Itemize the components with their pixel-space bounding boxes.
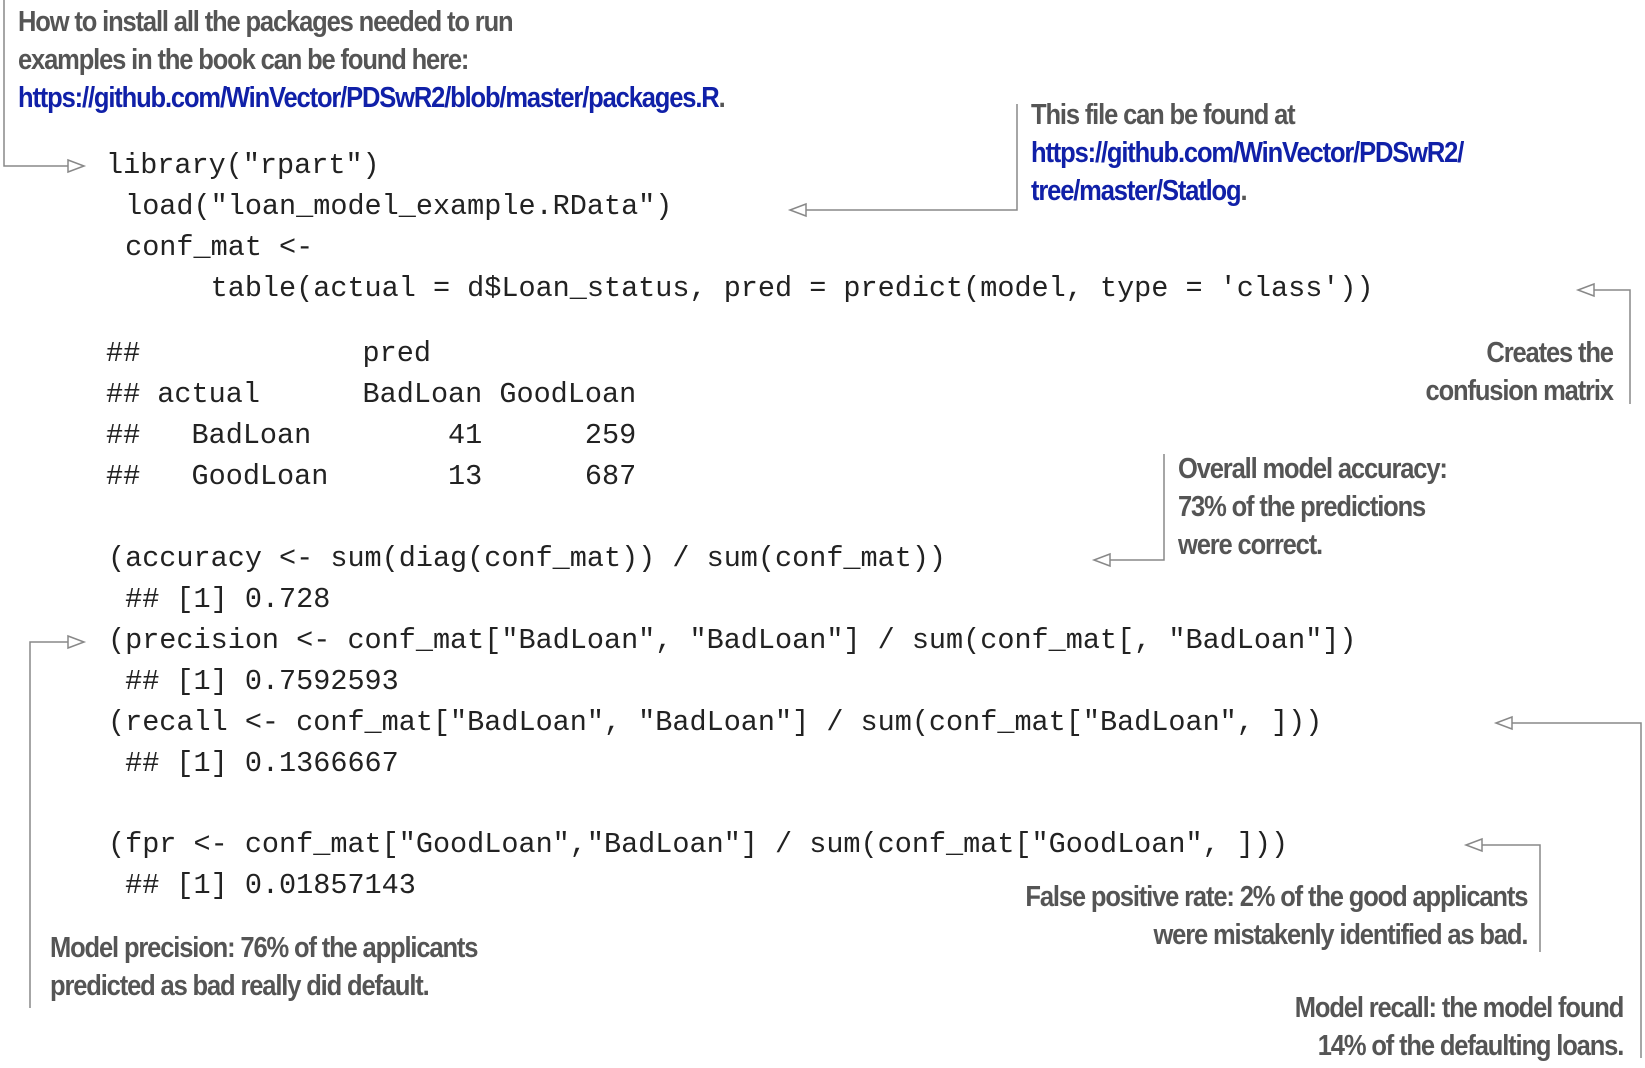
precision-arrowhead: [67, 634, 87, 650]
recall-annotation-line2: 14% of the defaulting loans.: [1317, 1030, 1625, 1062]
precision-annotation: Model precision: 76% of the applicants p…: [50, 929, 478, 1005]
packages-annotation-line1: How to install all the packages needed t…: [18, 6, 514, 38]
accuracy-annotation-line3: were correct.: [1178, 529, 1323, 561]
code-line-library: library("rpart"): [106, 149, 380, 182]
accuracy-annotation-line2: 73% of the predictions: [1178, 491, 1426, 523]
accuracy-annotation: Overall model accuracy: 73% of the predi…: [1178, 450, 1448, 564]
code-line-precision: (precision <- conf_mat["BadLoan", "BadLo…: [108, 624, 1357, 657]
file-annotation-line1: This file can be found at: [1031, 99, 1296, 131]
fpr-annotation-line2: were mistakenly identified as bad.: [1153, 919, 1528, 951]
code-line-fpr: (fpr <- conf_mat["GoodLoan","BadLoan"] /…: [108, 828, 1289, 861]
packages-annotation: How to install all the packages needed t…: [18, 3, 726, 117]
file-callout-line: [806, 104, 1018, 211]
precision-annotation-line1: Model precision: 76% of the applicants: [50, 932, 478, 964]
confusion-matrix-annotation: Creates the confusion matrix: [1425, 334, 1615, 410]
output-line-matrix-goodloan: ## GoodLoan 13 687: [106, 460, 637, 493]
code-line-table-call: table(actual = d$Loan_status, pred = pre…: [108, 272, 1374, 305]
fpr-annotation-line1: False positive rate: 2% of the good appl…: [1025, 881, 1528, 913]
confusion-arrowhead: [1575, 282, 1595, 298]
file-link[interactable]: https://github.com/WinVector/PDSwR2/: [1031, 137, 1464, 169]
code-line-load: load("loan_model_example.RData"): [108, 190, 673, 223]
file-annotation: This file can be found at https://github…: [1031, 96, 1464, 210]
code-line-accuracy: (accuracy <- sum(diag(conf_mat)) / sum(c…: [108, 542, 947, 575]
file-link-continued[interactable]: tree/master/Statlog: [1031, 175, 1242, 207]
packages-link-period: .: [718, 82, 726, 114]
output-line-matrix-columns: ## actual BadLoan GoodLoan: [106, 378, 637, 411]
confusion-annotation-line1: Creates the: [1486, 337, 1615, 369]
output-line-precision: ## [1] 0.7592593: [108, 665, 399, 698]
output-line-recall: ## [1] 0.1366667: [108, 747, 399, 780]
code-line-recall: (recall <- conf_mat["BadLoan", "BadLoan"…: [108, 706, 1323, 739]
output-line-accuracy: ## [1] 0.728: [108, 583, 331, 616]
accuracy-annotation-line1: Overall model accuracy:: [1178, 453, 1448, 485]
packages-annotation-line2: examples in the book can be found here:: [18, 44, 469, 76]
accuracy-callout-line: [1110, 454, 1165, 561]
recall-annotation-line1: Model recall: the model found: [1294, 992, 1625, 1024]
packages-link[interactable]: https://github.com/WinVector/PDSwR2/blob…: [18, 82, 720, 114]
accuracy-arrowhead: [1091, 552, 1111, 568]
precision-annotation-line2: predicted as bad really did default.: [50, 970, 430, 1002]
file-arrowhead: [787, 202, 807, 218]
recall-annotation: Model recall: the model found 14% of the…: [1294, 989, 1625, 1065]
fpr-arrowhead: [1463, 837, 1483, 853]
fpr-annotation: False positive rate: 2% of the good appl…: [1025, 878, 1528, 954]
output-line-matrix-header: ## pred: [106, 337, 431, 370]
file-link-period: .: [1240, 175, 1247, 207]
output-line-fpr: ## [1] 0.01857143: [108, 869, 416, 902]
code-line-conf-mat-assign: conf_mat <-: [108, 231, 314, 264]
output-line-matrix-badloan: ## BadLoan 41 259: [106, 419, 637, 452]
packages-arrowhead: [67, 158, 87, 174]
recall-arrowhead: [1493, 715, 1513, 731]
confusion-annotation-line2: confusion matrix: [1425, 375, 1614, 407]
